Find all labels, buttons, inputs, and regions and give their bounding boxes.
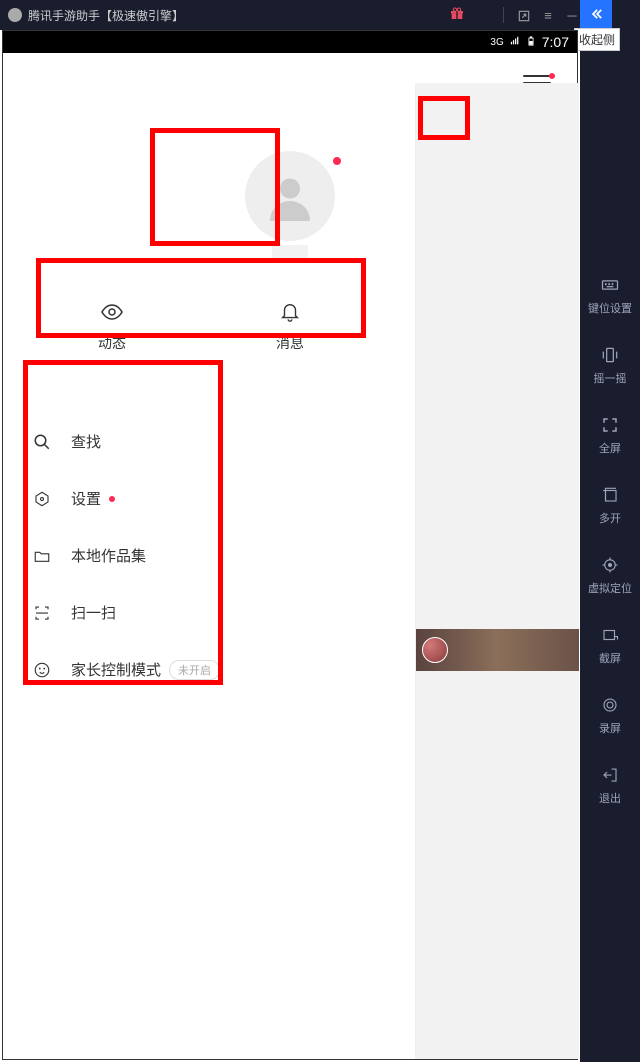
window-titlebar: 腾讯手游助手【极速傲引擎】 ≡ ─ ✕: [0, 0, 640, 30]
emulator-screen: 3G 7:07 动态: [2, 30, 578, 1060]
keyboard-icon: [580, 274, 640, 296]
fullscreen-icon: [580, 414, 640, 436]
sidebar-tool-label: 多开: [580, 510, 640, 526]
sidebar-tool-label: 全屏: [580, 440, 640, 456]
video-thumbnail[interactable]: [416, 629, 579, 671]
sidebar-tool-label: 退出: [580, 790, 640, 806]
sidebar-tool-keymap[interactable]: 键位设置: [580, 260, 640, 330]
content-behind-drawer[interactable]: [415, 83, 579, 1059]
sidebar-tool-location[interactable]: 虚拟定位: [580, 540, 640, 610]
collapse-sidebar-button[interactable]: [580, 0, 612, 28]
collapse-tooltip: 收起侧: [574, 28, 620, 51]
titlebar-separator: [503, 7, 504, 23]
sidebar-tool-fullscreen[interactable]: 全屏: [580, 400, 640, 470]
shake-icon: [580, 344, 640, 366]
sidebar-tool-exit[interactable]: 退出: [580, 750, 640, 820]
sidebar-tool-shake[interactable]: 摇一摇: [580, 330, 640, 400]
notification-dot: [549, 73, 555, 79]
search-icon: [33, 433, 57, 451]
avatar-sub-badge: [272, 245, 308, 259]
status-badge: 未开启: [169, 660, 220, 680]
sidebar-tool-label: 虚拟定位: [580, 580, 640, 596]
tab-label: 消息: [201, 333, 379, 353]
user-avatar-icon: [422, 637, 448, 663]
menu-label: 查找: [71, 431, 101, 452]
face-icon: [33, 661, 57, 679]
notification-dot: [109, 496, 115, 502]
sidebar-tool-label: 录屏: [580, 720, 640, 736]
sidebar-tool-multi[interactable]: 多开: [580, 470, 640, 540]
location-icon: [580, 554, 640, 576]
folder-icon: [33, 547, 57, 565]
menu-label: 家长控制模式: [71, 659, 161, 680]
sidebar-tool-label: 摇一摇: [580, 370, 640, 386]
avatar-notification-dot: [333, 157, 341, 165]
tab-dynamic[interactable]: 动态: [23, 299, 201, 353]
eye-icon: [23, 299, 201, 325]
multi-icon: [580, 484, 640, 506]
battery-icon: [526, 34, 536, 51]
menu-label: 本地作品集: [71, 545, 146, 566]
exit-icon: [580, 764, 640, 786]
clock: 7:07: [542, 34, 569, 50]
window-title: 腾讯手游助手【极速傲引擎】: [28, 7, 449, 24]
signal-icon: [508, 36, 522, 49]
avatar-button[interactable]: [245, 151, 335, 259]
avatar-placeholder-icon: [245, 151, 335, 241]
tab-label: 动态: [23, 333, 201, 353]
screenshot-icon: [580, 624, 640, 646]
hexagon-icon: [33, 490, 57, 508]
bell-icon: [201, 299, 379, 325]
network-indicator: 3G: [490, 37, 503, 48]
sidebar-tool-label: 键位设置: [580, 300, 640, 316]
scan-icon: [33, 604, 57, 622]
gift-icon[interactable]: [449, 5, 465, 26]
tab-message[interactable]: 消息: [201, 299, 379, 353]
emulator-sidebar: 收起侧 键位设置 摇一摇 全屏 多开 虚拟定位 截屏 录屏: [580, 0, 640, 1062]
menu-label: 扫一扫: [71, 602, 116, 623]
menu-label: 设置: [71, 488, 101, 509]
sidebar-tool-label: 截屏: [580, 650, 640, 666]
sidebar-tool-screenshot[interactable]: 截屏: [580, 610, 640, 680]
popout-button[interactable]: [512, 7, 536, 23]
app-logo-icon: [8, 8, 22, 22]
menu-button[interactable]: ≡: [536, 8, 560, 23]
sidebar-tool-record[interactable]: 录屏: [580, 680, 640, 750]
android-statusbar: 3G 7:07: [3, 31, 577, 53]
record-icon: [580, 694, 640, 716]
